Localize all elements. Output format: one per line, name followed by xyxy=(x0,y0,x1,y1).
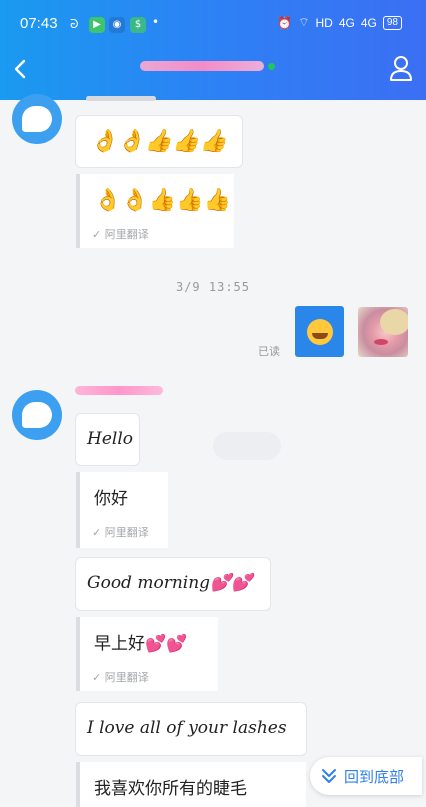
double-chevron-down-icon xyxy=(322,769,336,783)
status-right-group: ⏰ ⌔ HD 4G 4G 98 xyxy=(277,15,402,30)
message-bubble-good-morning[interactable]: Good morning💕💕 xyxy=(75,557,271,611)
sender-name-redacted xyxy=(86,96,156,101)
translation-card[interactable]: 早上好💕💕 ✓ 阿里翻译 xyxy=(76,617,218,691)
wifi-icon: ⌔ xyxy=(298,15,310,29)
status-time: 07:43 xyxy=(20,15,58,32)
battery-icon: 98 xyxy=(382,15,402,30)
user-avatar[interactable] xyxy=(358,307,408,357)
read-receipt: 已读 xyxy=(258,345,280,358)
profile-person-icon[interactable] xyxy=(386,52,416,84)
notification-indicator-icon: ᘒ xyxy=(70,17,79,31)
top-bar: 07:43 ᘒ ▶ ◉ $ • ⏰ ⌔ HD 4G 4G 98 xyxy=(0,0,426,100)
browser-app-icon: ◉ xyxy=(109,17,125,33)
timestamp: 3/9 13:55 xyxy=(175,280,251,294)
video-app-icon: ▶ xyxy=(89,17,105,33)
message-bubble-hello[interactable]: Hello xyxy=(75,413,140,466)
jump-to-bottom-label: 回到底部 xyxy=(344,767,405,786)
message-bubble-emoji[interactable]: 👌👌👍👍👍 xyxy=(75,115,243,168)
sender-name-redacted xyxy=(75,386,163,395)
translation-text: 我喜欢你所有的睫毛 xyxy=(94,779,247,799)
contact-avatar[interactable] xyxy=(12,94,62,144)
blurred-overlay xyxy=(213,432,281,460)
signal-1-label: 4G xyxy=(338,15,355,30)
chat-header xyxy=(0,50,426,90)
translation-card[interactable]: 你好 ✓ 阿里翻译 xyxy=(76,472,168,548)
blushing-emoji-icon xyxy=(306,318,333,345)
message-text: I love all of your lashes xyxy=(87,718,287,738)
jump-to-bottom-button[interactable]: 回到底部 xyxy=(310,757,422,795)
translation-card[interactable]: 👌👌👍👍👍 ✓ 阿里翻译 xyxy=(76,174,234,248)
alarm-icon: ⏰ xyxy=(277,15,293,30)
translated-emoji-text: 👌👌👍👍👍 xyxy=(94,188,231,213)
message-text: Good morning💕💕 xyxy=(87,573,253,593)
contact-name-redacted[interactable] xyxy=(140,61,264,71)
wallet-app-icon: $ xyxy=(130,17,146,33)
status-bar: 07:43 ᘒ ▶ ◉ $ • ⏰ ⌔ HD 4G 4G 98 xyxy=(0,0,426,44)
back-chevron-icon[interactable] xyxy=(6,52,36,86)
more-notifications-dot-icon: • xyxy=(152,15,160,29)
message-bubble-lashes[interactable]: I love all of your lashes xyxy=(75,702,307,756)
translation-text: 早上好💕💕 xyxy=(94,634,188,654)
contact-avatar[interactable] xyxy=(12,390,62,440)
emoji-message-text: 👌👌👍👍👍 xyxy=(90,129,227,154)
translation-card[interactable]: 我喜欢你所有的睫毛 xyxy=(76,762,306,807)
translation-source-label: ✓ 阿里翻译 xyxy=(92,526,149,539)
hd-label: HD xyxy=(315,15,333,30)
translation-source-label: ✓ 阿里翻译 xyxy=(92,671,149,684)
message-text: Hello xyxy=(87,429,133,449)
online-status-dot xyxy=(268,63,275,70)
translation-text: 你好 xyxy=(94,489,128,509)
signal-2-label: 4G xyxy=(360,15,377,30)
sent-sticker-image[interactable] xyxy=(295,306,344,357)
translation-source-label: ✓ 阿里翻译 xyxy=(92,228,149,241)
